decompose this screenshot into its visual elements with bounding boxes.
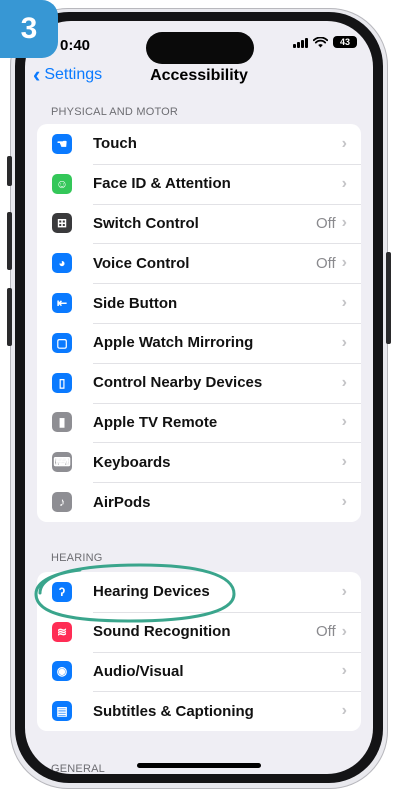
touch-icon: ☚ [52, 133, 72, 154]
apple-tv-remote-icon: ▮ [52, 412, 72, 433]
row-label: Switch Control [93, 214, 199, 232]
row-touch[interactable]: ☚ Touch › [37, 124, 361, 164]
screen: 0:40 43 ‹ Settings Accessibility PHYSICA… [25, 21, 373, 774]
row-label: Side Button [93, 294, 178, 312]
row-value: Off [315, 623, 336, 641]
row-label: Subtitles & Captioning [93, 702, 254, 720]
row-label: Face ID & Attention [93, 175, 231, 193]
chevron-right-icon: › [341, 174, 347, 192]
status-time: 0:40 [60, 37, 91, 54]
chevron-right-icon: › [341, 582, 347, 600]
keyboard-icon: ⌨ [52, 452, 72, 473]
apple-watch-mirroring-icon: ▢ [52, 332, 72, 353]
volume-up-button [7, 212, 12, 270]
step-badge: 3 [0, 0, 58, 58]
dynamic-island [146, 32, 254, 64]
nav-bar: ‹ Settings Accessibility [25, 64, 373, 94]
chevron-right-icon: › [341, 294, 347, 312]
status-icons: 43 [293, 36, 357, 48]
control-nearby-devices-icon: ▯ [52, 372, 72, 393]
row-value: Off [315, 254, 336, 272]
chevron-right-icon: › [341, 453, 347, 471]
row-control-nearby-devices[interactable]: ▯ Control Nearby Devices › [37, 362, 361, 403]
chevron-right-icon: › [341, 413, 347, 431]
chevron-right-icon: › [341, 214, 347, 232]
row-label: Apple Watch Mirroring [93, 334, 254, 352]
battery-icon: 43 [333, 36, 357, 48]
power-button [386, 252, 391, 344]
chevron-right-icon: › [341, 373, 347, 391]
row-side-button[interactable]: ⇤ Side Button › [37, 283, 361, 323]
row-audio-visual[interactable]: ◉ Audio/Visual › [37, 651, 361, 692]
row-label: Voice Control [93, 254, 190, 272]
signal-icon [293, 37, 308, 48]
row-airpods[interactable]: ♪ AirPods › [37, 482, 361, 522]
row-face-id-attention[interactable]: ☺ Face ID & Attention › [37, 163, 361, 204]
switch-control-icon: ⊞ [52, 213, 72, 234]
home-indicator[interactable] [137, 763, 261, 768]
row-label: AirPods [93, 493, 151, 511]
chevron-right-icon: › [341, 333, 347, 351]
subtitles-icon: ▤ [52, 701, 72, 722]
row-subtitles-captioning[interactable]: ▤ Subtitles & Captioning › [37, 691, 361, 731]
chevron-right-icon: › [341, 622, 347, 640]
row-label: Touch [93, 135, 137, 153]
row-apple-watch-mirroring[interactable]: ▢ Apple Watch Mirroring › [37, 322, 361, 363]
section-header-physical-motor: PHYSICAL AND MOTOR [51, 106, 179, 118]
row-value: Off [315, 214, 336, 232]
section-header-general: GENERAL [51, 763, 105, 774]
row-label: Keyboards [93, 453, 171, 471]
row-label: Sound Recognition [93, 623, 231, 641]
chevron-right-icon: › [341, 254, 347, 272]
voice-control-icon: ◕ [52, 253, 72, 274]
airpods-icon: ♪ [52, 492, 72, 513]
chevron-right-icon: › [341, 134, 347, 152]
row-apple-tv-remote[interactable]: ▮ Apple TV Remote › [37, 402, 361, 443]
chevron-right-icon: › [341, 493, 347, 511]
wifi-icon [313, 36, 328, 47]
physical-motor-list: ☚ Touch › ☺ Face ID & Attention › ⊞ Swit… [37, 124, 361, 522]
row-label: Control Nearby Devices [93, 374, 263, 392]
row-keyboards[interactable]: ⌨ Keyboards › [37, 442, 361, 482]
row-label: Apple TV Remote [93, 413, 218, 431]
row-label: Audio/Visual [93, 662, 184, 680]
highlight-ring [34, 563, 236, 623]
silent-switch [7, 156, 12, 186]
face-id-icon: ☺ [52, 173, 72, 194]
chevron-right-icon: › [341, 662, 347, 680]
volume-down-button [7, 288, 12, 346]
audio-visual-icon: ◉ [52, 661, 72, 682]
row-switch-control[interactable]: ⊞ Switch Control Off › [37, 203, 361, 244]
row-voice-control[interactable]: ◕ Voice Control Off › [37, 243, 361, 283]
page-title: Accessibility [150, 67, 248, 84]
chevron-right-icon: › [341, 702, 347, 720]
side-button-icon: ⇤ [52, 293, 72, 314]
